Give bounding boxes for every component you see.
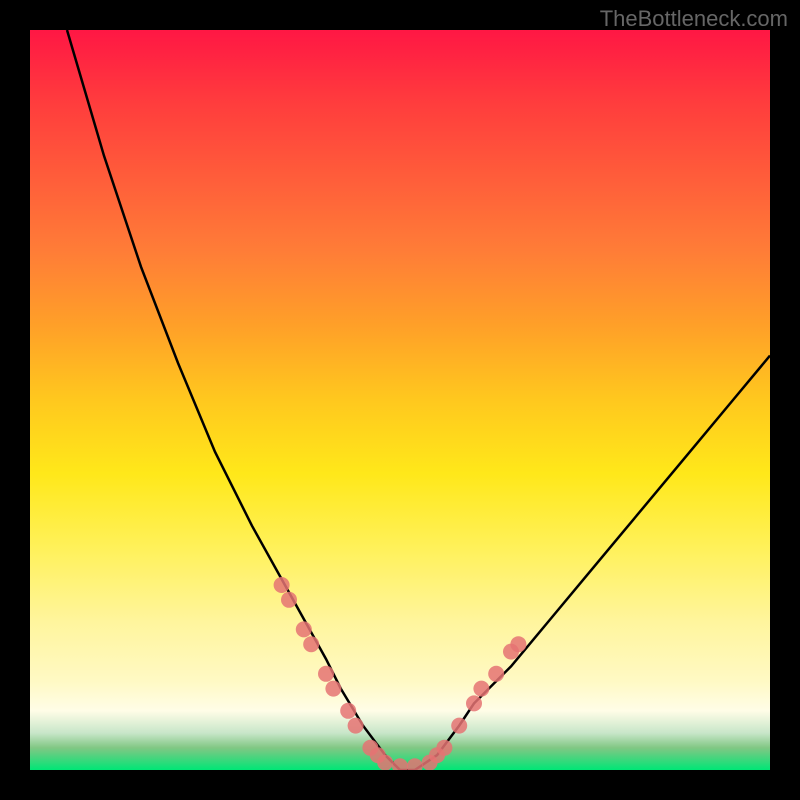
marker-point (274, 577, 290, 593)
marker-point (407, 758, 423, 770)
marker-point (466, 695, 482, 711)
marker-point (488, 666, 504, 682)
marker-point (340, 703, 356, 719)
marker-point (281, 592, 297, 608)
marker-point (325, 681, 341, 697)
marker-point (510, 636, 526, 652)
marker-point (348, 718, 364, 734)
marker-point (451, 718, 467, 734)
watermark-text: TheBottleneck.com (600, 6, 788, 32)
marker-point (473, 681, 489, 697)
marker-point (303, 636, 319, 652)
marker-points-group (274, 577, 527, 770)
chart-svg (30, 30, 770, 770)
marker-point (296, 621, 312, 637)
marker-point (436, 740, 452, 756)
marker-point (377, 755, 393, 770)
chart-plot-area (30, 30, 770, 770)
marker-point (318, 666, 334, 682)
bottleneck-curve-path (67, 30, 770, 770)
marker-point (392, 758, 408, 770)
